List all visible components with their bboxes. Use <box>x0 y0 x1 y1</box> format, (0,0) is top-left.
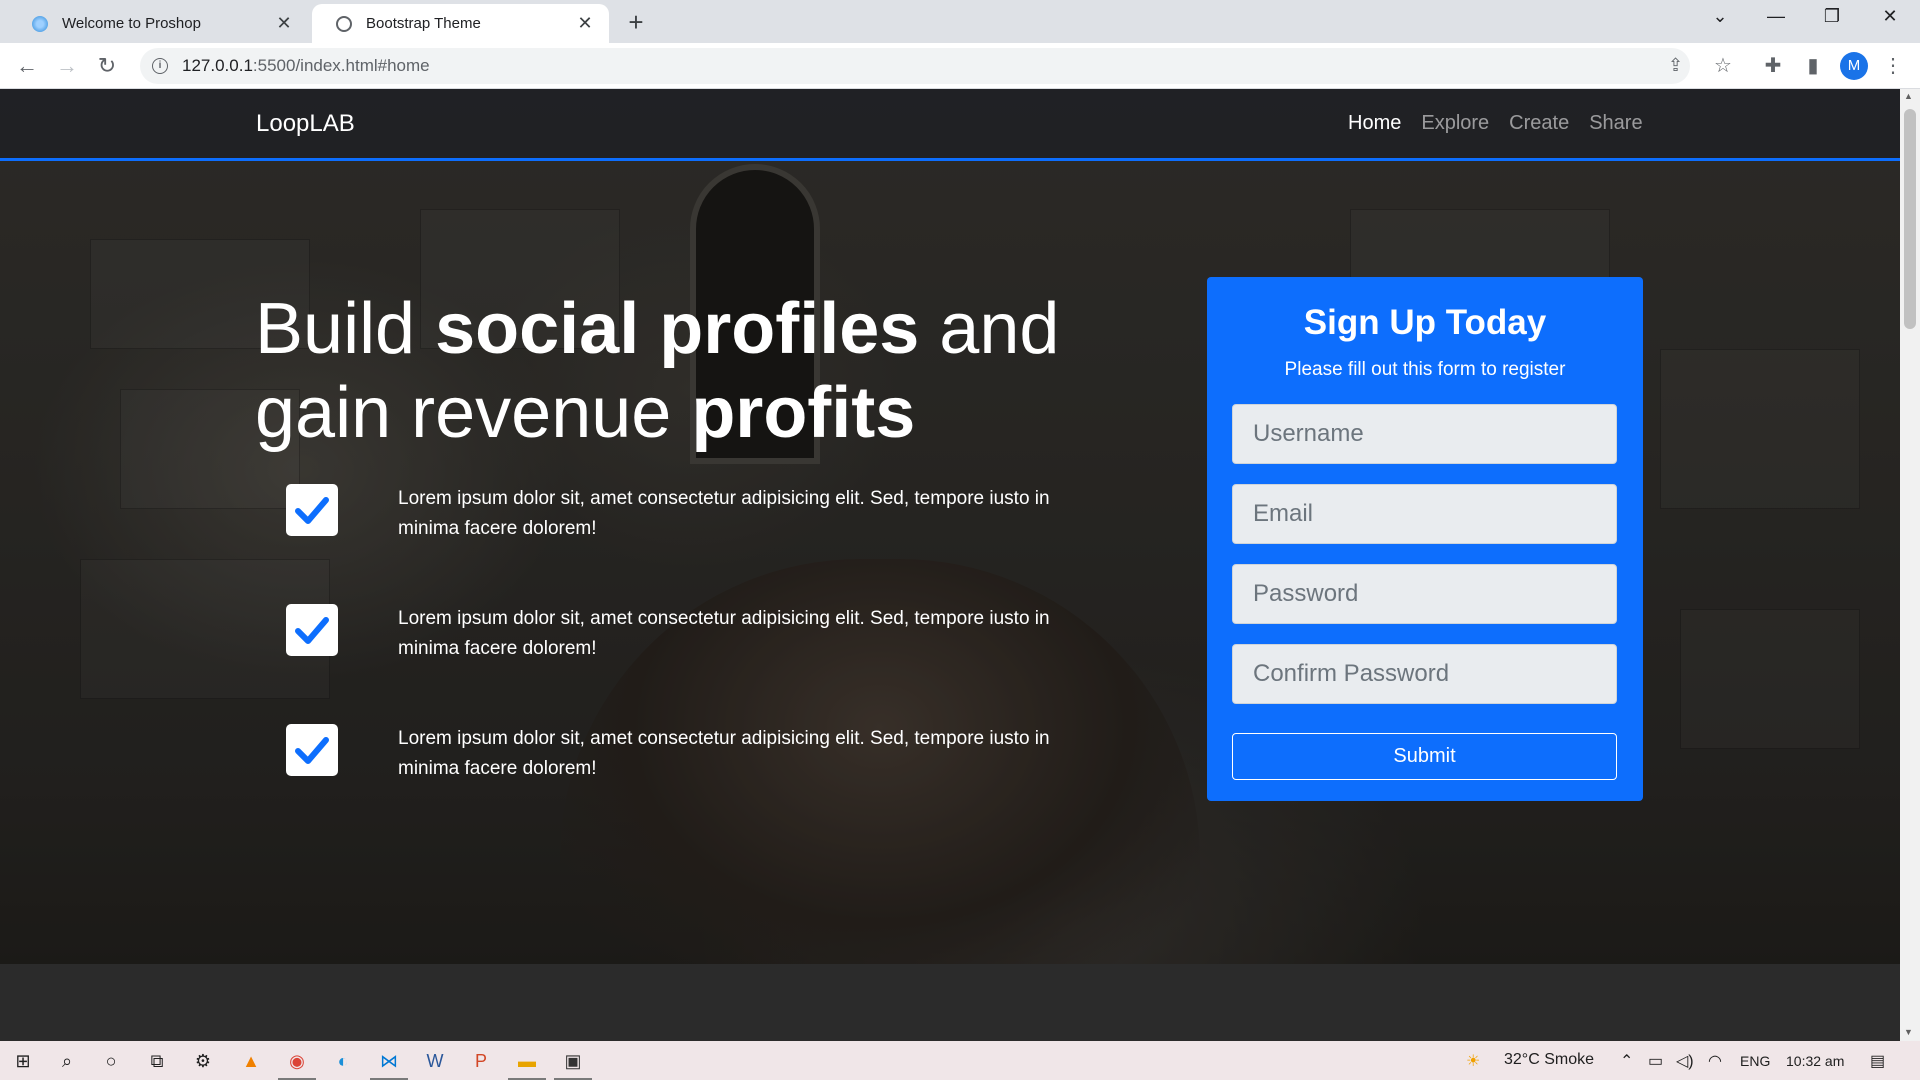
headline-strong: profits <box>691 373 916 453</box>
site-navbar: LoopLAB Home Explore Create Share <box>0 89 1900 161</box>
confirm-password-input[interactable] <box>1232 644 1617 704</box>
forward-arrow-icon[interactable]: → <box>52 51 82 81</box>
chrome-icon[interactable]: ◉ <box>278 1048 316 1080</box>
edge-icon[interactable]: ◐ <box>330 1048 356 1074</box>
task-view-icon[interactable]: ⧉ <box>144 1048 170 1074</box>
feature-item: Lorem ipsum dolor sit, amet consectetur … <box>286 484 1086 544</box>
nav-link-create[interactable]: Create <box>1509 112 1569 135</box>
weather-text[interactable]: 32°C Smoke <box>1504 1051 1594 1069</box>
weather-icon[interactable]: ☀ <box>1466 1051 1480 1071</box>
proshop-favicon-icon <box>32 15 48 32</box>
extensions-puzzle-icon[interactable]: ✚ <box>1760 53 1786 78</box>
cortana-circle-icon[interactable]: ○ <box>98 1048 124 1074</box>
checkmark-icon <box>286 604 338 656</box>
powerpoint-icon[interactable]: P <box>468 1048 494 1074</box>
restore-button[interactable]: ❐ <box>1812 6 1852 27</box>
terminal-app-icon[interactable]: ▣ <box>554 1048 592 1080</box>
tray-chevron-up-icon[interactable]: ⌃ <box>1620 1051 1633 1071</box>
settings-gear-icon[interactable]: ⚙ <box>190 1048 216 1074</box>
vscode-icon[interactable]: ⋈ <box>370 1048 408 1080</box>
page-scrollbar[interactable]: ▲ ▼ <box>1900 89 1920 1041</box>
feature-text: Lorem ipsum dolor sit, amet consectetur … <box>398 608 1050 659</box>
email-input[interactable] <box>1232 484 1617 544</box>
windows-taskbar: ⊞ ⌕ ○ ⧉ ⚙ ▲ ◉ ◐ ⋈ W P ▬ ▣ ☀ 32°C Smoke ⌃… <box>0 1041 1920 1080</box>
notifications-icon[interactable]: ▤ <box>1870 1051 1885 1071</box>
clock[interactable]: 10:32 am <box>1786 1053 1844 1069</box>
hero-headline: Build social profiles and gain revenue p… <box>255 287 1155 455</box>
url-input[interactable]: i 127.0.0.1:5500/index.html#home ⇪ <box>140 48 1690 84</box>
site-info-icon[interactable]: i <box>152 58 168 74</box>
tab-title: Bootstrap Theme <box>366 15 481 32</box>
back-arrow-icon[interactable]: ← <box>12 51 42 81</box>
signup-card: Sign Up Today Please fill out this form … <box>1207 277 1643 801</box>
reload-icon[interactable]: ↻ <box>92 51 122 81</box>
feature-item: Lorem ipsum dolor sit, amet consectetur … <box>286 724 1086 784</box>
checkmark-icon <box>286 484 338 536</box>
word-icon[interactable]: W <box>422 1048 448 1074</box>
hero-section: LoopLAB Home Explore Create Share Build … <box>0 89 1900 964</box>
battery-icon[interactable]: ▭ <box>1648 1051 1663 1071</box>
headline-strong: social profiles <box>435 289 920 369</box>
feature-text: Lorem ipsum dolor sit, amet consectetur … <box>398 488 1050 539</box>
headline-part: Build <box>255 289 436 369</box>
scroll-up-arrow-icon[interactable]: ▲ <box>1904 91 1913 101</box>
new-tab-button[interactable]: + <box>622 7 650 38</box>
feature-item: Lorem ipsum dolor sit, amet consectetur … <box>286 604 1086 664</box>
wifi-icon[interactable]: ◠ <box>1708 1051 1722 1071</box>
more-menu-icon[interactable]: ⋮ <box>1880 53 1906 78</box>
close-tab-icon[interactable]: ✕ <box>274 13 294 34</box>
brand-logo[interactable]: LoopLAB <box>256 110 355 138</box>
submit-button[interactable]: Submit <box>1232 733 1617 780</box>
bookmark-star-icon[interactable]: ☆ <box>1710 53 1736 78</box>
language-indicator[interactable]: ENG <box>1740 1053 1770 1069</box>
search-icon[interactable]: ⌕ <box>54 1048 80 1074</box>
profile-avatar[interactable]: M <box>1840 52 1868 80</box>
signup-title: Sign Up Today <box>1303 303 1547 342</box>
tab-bootstrap-theme[interactable]: Bootstrap Theme ✕ <box>312 4 609 43</box>
scrollbar-thumb[interactable] <box>1904 109 1916 329</box>
nav-link-home[interactable]: Home <box>1348 112 1401 135</box>
nav-link-share[interactable]: Share <box>1589 112 1642 135</box>
minimize-button[interactable]: — <box>1756 6 1796 27</box>
file-explorer-icon[interactable]: ▬ <box>508 1048 546 1080</box>
browser-tab-bar: Welcome to Proshop ✕ Bootstrap Theme ✕ +… <box>0 0 1920 43</box>
username-input[interactable] <box>1232 404 1617 464</box>
scroll-down-arrow-icon[interactable]: ▼ <box>1904 1027 1913 1037</box>
tab-title: Welcome to Proshop <box>62 15 201 32</box>
next-section <box>0 964 1900 1041</box>
vlc-icon[interactable]: ▲ <box>238 1048 264 1074</box>
page-viewport: LoopLAB Home Explore Create Share Build … <box>0 89 1900 1041</box>
globe-icon <box>336 15 352 32</box>
tab-welcome-to-proshop[interactable]: Welcome to Proshop ✕ <box>8 4 308 43</box>
signup-subtitle: Please fill out this form to register <box>1284 359 1566 380</box>
share-icon[interactable]: ⇪ <box>1668 55 1683 76</box>
url-text: 127.0.0.1:5500/index.html#home <box>182 56 430 75</box>
side-panel-icon[interactable]: ▮ <box>1800 53 1826 78</box>
feature-text: Lorem ipsum dolor sit, amet consectetur … <box>398 728 1050 779</box>
password-input[interactable] <box>1232 564 1617 624</box>
tab-search-chevron-icon[interactable]: ⌄ <box>1700 6 1740 27</box>
address-bar-row: ← → ↻ i 127.0.0.1:5500/index.html#home ⇪… <box>0 43 1920 89</box>
close-window-button[interactable]: ✕ <box>1870 6 1910 27</box>
nav-links: Home Explore Create Share <box>1348 112 1643 135</box>
close-tab-icon[interactable]: ✕ <box>575 13 595 34</box>
nav-link-explore[interactable]: Explore <box>1421 112 1489 135</box>
checkmark-icon <box>286 724 338 776</box>
volume-icon[interactable]: ◁) <box>1676 1051 1694 1071</box>
windows-start-icon[interactable]: ⊞ <box>10 1048 36 1074</box>
